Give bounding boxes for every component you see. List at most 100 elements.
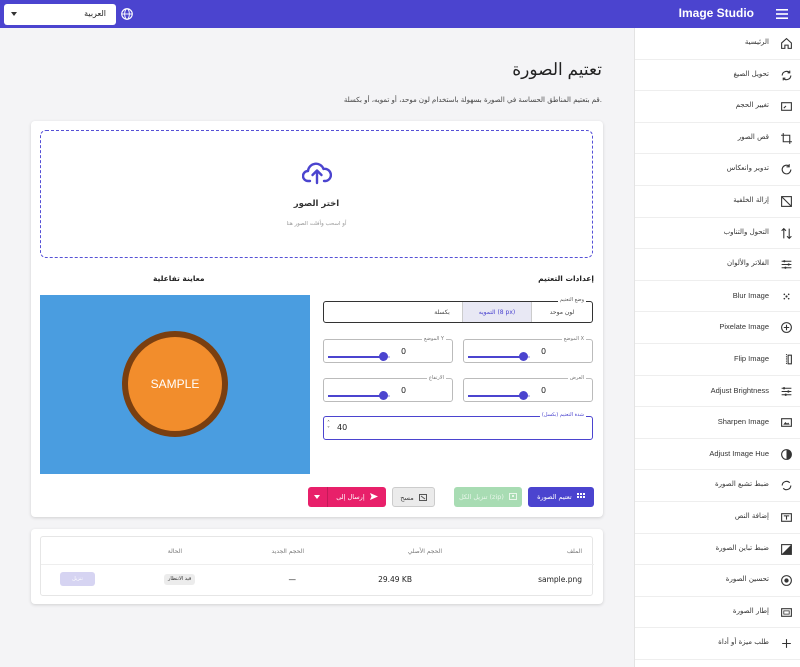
sidebar-item-frame[interactable]: إطار الصورة (635, 597, 800, 629)
frame-icon (781, 607, 792, 617)
sidebar-item-label: تحويل الصيغ (733, 69, 769, 78)
clear-icon (418, 494, 427, 501)
sidebar-item-crop[interactable]: قص الصور (635, 123, 800, 155)
width-thumb[interactable] (519, 391, 529, 400)
row-download-button[interactable]: تنزيل (60, 572, 95, 586)
col-header-file: الملف (566, 548, 582, 555)
app-title: Image Studio (678, 6, 754, 20)
sidebar-item-label: التحول والتناوب (723, 227, 769, 236)
height-field: الارتفاع 0 (323, 375, 453, 402)
blur-mode-selector: وضع التعتيم لون موحد التمويه (8 px) بكسل… (323, 297, 593, 323)
col-header-original-size: الحجم الأصلي (407, 548, 442, 555)
archive-icon (509, 493, 518, 500)
sidebar-item-filters[interactable]: الفلاتر والألوان (635, 249, 800, 281)
globe-icon[interactable] (120, 7, 134, 21)
page-description: قم بتعتيم المناطق الحساسة في الصورة بسهو… (343, 96, 602, 104)
filters-icon (781, 260, 792, 270)
sidebar-item-resize[interactable]: تغيير الحجم (635, 91, 800, 123)
position-x-value: 0 (541, 347, 547, 356)
position-y-slider[interactable] (328, 352, 390, 361)
results-card: الملف الحجم الأصلي الحجم الجديد الحالة s… (31, 529, 603, 604)
sidebar-item-blur[interactable]: Blur Image (635, 281, 800, 313)
cell-file: sample.png (538, 575, 582, 584)
mode-option-blur[interactable]: التمويه (8 px) (462, 302, 532, 322)
cloud-upload-icon (302, 162, 332, 185)
sidebar-item-convert[interactable]: تحويل الصيغ (635, 60, 800, 92)
position-y-thumb[interactable] (379, 352, 389, 361)
download-zip-button[interactable]: تنزيل الكل (zip) (454, 487, 522, 507)
enhance-icon (781, 575, 792, 587)
cell-original-size: 29.49 KB (378, 575, 412, 584)
rotate-icon (781, 164, 792, 175)
sidebar-item-label: الفلاتر والألوان (727, 259, 769, 268)
col-header-status: الحالة (167, 548, 182, 555)
sidebar-item-label: ضبط تباين الصورة (715, 543, 769, 552)
sidebar-item-label: طلب ميزة أو أداة (718, 638, 769, 647)
width-slider[interactable] (468, 391, 530, 400)
sidebar-item-label: تحسين الصورة (725, 575, 769, 584)
sidebar-item-label: Sharpen Image (717, 417, 769, 427)
background-remove-icon (781, 196, 792, 207)
clear-button[interactable]: مسح (392, 487, 435, 507)
stepper-icon[interactable]: ˄ ˅ (327, 421, 330, 433)
position-x-field: الموضع X 0 (463, 336, 593, 363)
image-dropzone[interactable]: اختر الصور أو اسحب وأفلت الصور هنا (40, 130, 593, 258)
sidebar-item-background-remove[interactable]: إزالة الخلفية (635, 186, 800, 218)
plus-icon (782, 639, 791, 649)
height-label: الارتفاع (426, 375, 446, 381)
language-value: العربية (84, 9, 106, 18)
sidebar-item-brightness[interactable]: Adjust Brightness (635, 376, 800, 408)
sidebar-item-label: Adjust Image Hue (709, 448, 769, 458)
sidebar-item-rotate[interactable]: تدوير وانعكاس (635, 154, 800, 186)
sharpen-icon (781, 418, 792, 428)
blur-icon (783, 293, 790, 300)
sidebar-item-label: Pixelate Image (719, 322, 769, 332)
send-to-menu-button[interactable] (308, 487, 328, 507)
sidebar: الرئيسية تحويل الصيغ تغيير الحجم قص الصور تد… (634, 28, 800, 667)
sidebar-item-pixelate[interactable]: Pixelate Image (635, 312, 800, 344)
send-to-label: إرسال إلى (336, 493, 365, 501)
sidebar-item-label: تدوير وانعكاس (726, 164, 769, 173)
width-field: العرض 0 (463, 375, 593, 402)
sidebar-item-text[interactable]: إضافة النص (635, 502, 800, 534)
col-header-new-size: الحجم الجديد (271, 548, 304, 555)
sidebar-item-label: تغيير الحجم (735, 101, 769, 110)
sidebar-item-sharpen[interactable]: Sharpen Image (635, 407, 800, 439)
send-to-button[interactable]: إرسال إلى (328, 487, 386, 507)
sidebar-item-label: ضبط تشبع الصورة (715, 480, 769, 489)
blur-strength-value: 40 (337, 423, 348, 432)
menu-icon[interactable] (776, 8, 788, 20)
apply-blur-label: تعتيم الصورة (537, 493, 572, 501)
apply-blur-button[interactable]: تعتيم الصورة (528, 487, 594, 507)
sidebar-item-home[interactable]: الرئيسية (635, 28, 800, 60)
cell-new-size: — (288, 575, 297, 584)
mode-option-pixelate[interactable]: بكسلة (422, 302, 462, 322)
sidebar-item-hue[interactable]: Adjust Image Hue (635, 439, 800, 471)
app-bar: العربية Image Studio (0, 0, 800, 28)
grid-icon (576, 493, 585, 498)
sidebar-item-label: إضافة النص (734, 512, 769, 520)
results-table: الملف الحجم الأصلي الحجم الجديد الحالة s… (40, 536, 594, 596)
height-value: 0 (401, 386, 407, 395)
height-slider[interactable] (328, 391, 390, 400)
sidebar-item-saturation[interactable]: ضبط تشبع الصورة (635, 470, 800, 502)
pixelate-icon (781, 322, 792, 334)
page-title: تعتيم الصورة (512, 60, 602, 79)
sidebar-item-transform[interactable]: التحول والتناوب (635, 218, 800, 250)
sidebar-item-contrast[interactable]: ضبط تباين الصورة (635, 534, 800, 566)
sidebar-item-plus[interactable]: طلب ميزة أو أداة (635, 628, 800, 660)
sidebar-item-enhance[interactable]: تحسين الصورة (635, 565, 800, 597)
position-x-thumb[interactable] (519, 352, 529, 361)
sidebar-item-label: الرئيسية (744, 38, 769, 46)
position-x-slider[interactable] (468, 352, 530, 361)
download-zip-label: تنزيل الكل (zip) (458, 493, 504, 501)
chevron-down-icon (11, 12, 17, 16)
blur-strength-input[interactable]: شدة التعتيم (بكسل) ˄ ˅ 40 (323, 412, 593, 440)
interactive-preview[interactable]: SAMPLE (40, 295, 310, 474)
language-select[interactable]: العربية (4, 4, 116, 25)
status-badge: قيد الانتظار (164, 574, 196, 585)
height-thumb[interactable] (379, 391, 389, 400)
mode-option-solid[interactable]: لون موحد (532, 302, 592, 322)
preview-sample-text: SAMPLE (151, 377, 200, 391)
sidebar-item-flip[interactable]: Flip Image (635, 344, 800, 376)
